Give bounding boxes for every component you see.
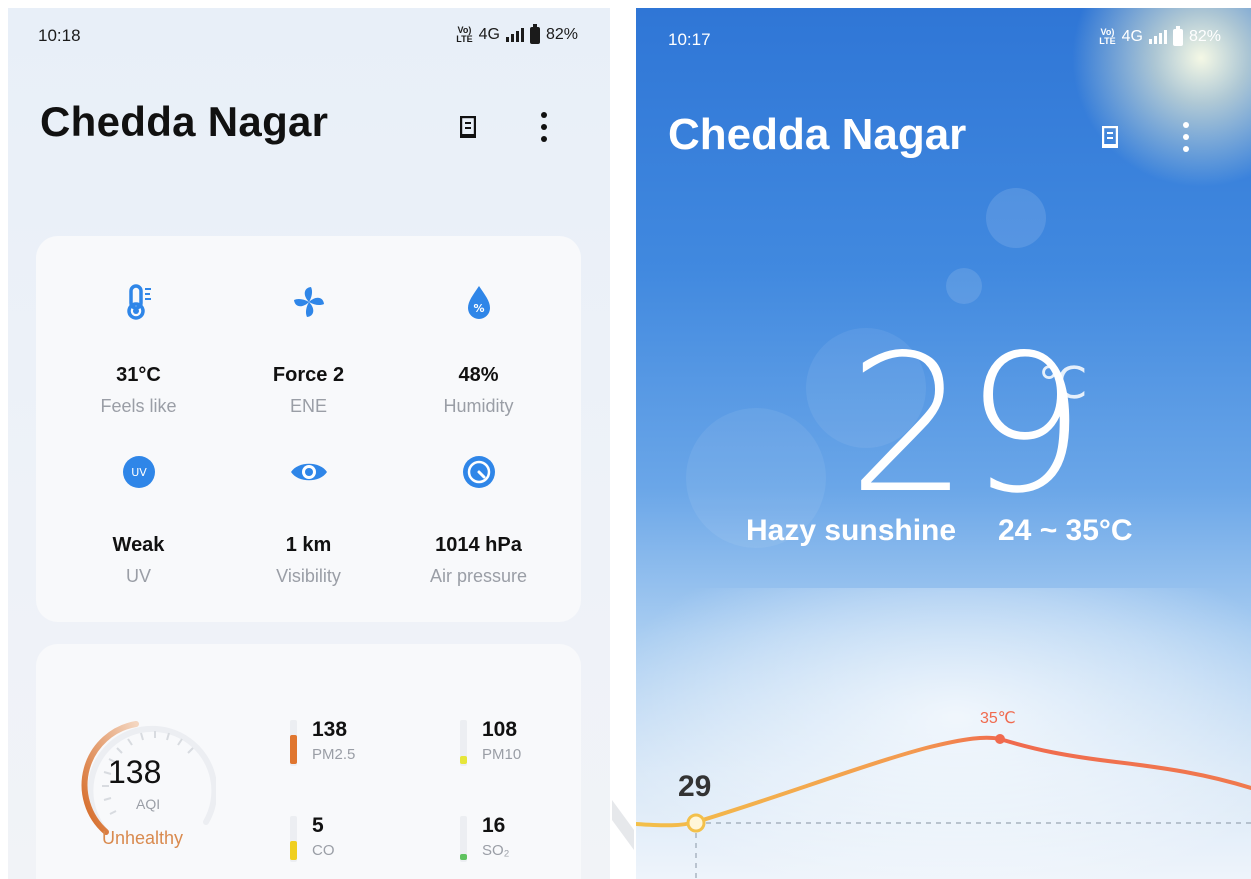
wind-fan-icon bbox=[293, 287, 324, 317]
feels-like-value: 31°C bbox=[116, 364, 161, 386]
status-bar: 10:18 Vo) LTE 4G 82% bbox=[8, 8, 610, 62]
detail-wind: Force 2 ENE bbox=[218, 282, 399, 422]
battery-level: 82% bbox=[1188, 28, 1221, 45]
uv-icon: UV bbox=[122, 456, 155, 488]
battery-icon bbox=[1172, 25, 1183, 46]
pollutant-bar-fill bbox=[460, 854, 467, 860]
detail-visibility: 1 km Visibility bbox=[218, 452, 399, 592]
humidity-label: Humidity bbox=[443, 396, 514, 416]
pollutant-bar-track bbox=[290, 816, 297, 862]
weather-main-screen: 10:17 Vo) LTE 4G 82% Chedda Nagar 29 ℃ Ha… bbox=[636, 8, 1251, 879]
more-options-icon[interactable] bbox=[1182, 122, 1190, 152]
pollutant-value: 108 bbox=[482, 718, 518, 741]
detail-pressure: 1014 hPa Air pressure bbox=[388, 452, 569, 592]
air-quality-details-screen: 10:18 Vo) LTE 4G 82% Chedda Nagar 31°C Fe… bbox=[8, 8, 610, 879]
pollutant-label: PM10 bbox=[482, 746, 522, 763]
pollutant-bar-track bbox=[460, 816, 467, 862]
visibility-label: Visibility bbox=[276, 566, 341, 586]
air-quality-card[interactable]: 138 AQI Unhealthy 138 PM2.5 108 PM10 5 C… bbox=[36, 644, 581, 879]
max-temp-marker bbox=[995, 734, 1005, 744]
wind-direction-label: ENE bbox=[289, 396, 327, 416]
pollutant-pm25: 138 PM2.5 bbox=[290, 718, 410, 768]
temperature-range: 24 ~ 35°C bbox=[998, 514, 1133, 547]
temperature-curve bbox=[636, 735, 1251, 828]
weather-details-card: 31°C Feels like Force 2 ENE % 48% Humidi… bbox=[36, 236, 581, 622]
pollutant-bar-track bbox=[290, 720, 297, 766]
pollutant-bar-track bbox=[460, 720, 467, 766]
eye-icon bbox=[290, 463, 327, 481]
city-title: Chedda Nagar bbox=[668, 110, 967, 159]
network-type: 4G bbox=[1121, 28, 1143, 45]
svg-text:%: % bbox=[473, 302, 484, 315]
status-icons: Vo) LTE 4G 82% bbox=[1099, 25, 1221, 46]
temperature-unit: ℃ bbox=[1038, 359, 1088, 408]
pollutant-co: 5 CO bbox=[290, 814, 410, 864]
current-temp-marker bbox=[686, 813, 706, 833]
volte-icon: Vo) LTE bbox=[456, 25, 473, 44]
signal-icon bbox=[505, 28, 524, 42]
feels-like-label: Feels like bbox=[100, 396, 177, 416]
decorative-divider bbox=[612, 800, 634, 850]
status-bar: 10:17 Vo) LTE 4G 82% bbox=[636, 8, 1251, 62]
more-options-icon[interactable] bbox=[540, 112, 548, 142]
battery-level: 82% bbox=[545, 26, 578, 43]
aqi-label: AQI bbox=[136, 796, 161, 812]
max-temp-label: 35℃ bbox=[980, 710, 1016, 727]
uv-value: Weak bbox=[112, 534, 165, 556]
signal-icon bbox=[1148, 30, 1167, 44]
detail-humidity: % 48% Humidity bbox=[388, 282, 569, 422]
pressure-label: Air pressure bbox=[429, 566, 528, 586]
pressure-value: 1014 hPa bbox=[435, 534, 522, 556]
city-title: Chedda Nagar bbox=[40, 98, 329, 145]
visibility-value: 1 km bbox=[285, 534, 332, 556]
pollutant-label: SO₂ bbox=[482, 842, 510, 859]
pollutant-bar-fill bbox=[290, 735, 297, 764]
svg-text:UV: UV bbox=[131, 466, 147, 479]
pressure-gauge-icon bbox=[462, 456, 495, 488]
pollutant-value: 16 bbox=[482, 814, 506, 837]
background-bokeh bbox=[946, 268, 982, 304]
network-type: 4G bbox=[478, 26, 500, 43]
volte-icon: Vo) LTE bbox=[1099, 27, 1116, 46]
aqi-value: 138 bbox=[108, 754, 162, 790]
pollutant-bar-fill bbox=[290, 841, 297, 860]
battery-icon bbox=[529, 23, 540, 44]
aqi-status: Unhealthy bbox=[102, 828, 184, 848]
status-icons: Vo) LTE 4G 82% bbox=[456, 23, 578, 44]
wind-force-value: Force 2 bbox=[272, 364, 345, 386]
pollutant-label: PM2.5 bbox=[312, 746, 356, 763]
city-list-icon[interactable] bbox=[1102, 126, 1118, 148]
current-temp-label: 29 bbox=[678, 770, 712, 803]
pollutant-value: 138 bbox=[312, 718, 348, 741]
detail-uv: UV Weak UV bbox=[48, 452, 229, 592]
humidity-drop-icon: % bbox=[467, 286, 490, 319]
status-time: 10:18 bbox=[38, 26, 81, 45]
city-list-icon[interactable] bbox=[460, 116, 476, 138]
pollutant-bar-fill bbox=[460, 756, 467, 764]
status-time: 10:17 bbox=[668, 30, 711, 49]
pollutant-label: CO bbox=[312, 842, 335, 859]
humidity-value: 48% bbox=[458, 364, 499, 386]
pollutant-so2: 16 SO₂ bbox=[460, 814, 580, 864]
background-bokeh bbox=[986, 188, 1046, 248]
pollutant-value: 5 bbox=[312, 814, 324, 837]
hourly-temperature-chart[interactable] bbox=[636, 698, 1251, 879]
detail-feels-like: 31°C Feels like bbox=[48, 282, 229, 422]
uv-label: UV bbox=[125, 566, 151, 586]
pollutant-pm10: 108 PM10 bbox=[460, 718, 580, 768]
thermometer-icon bbox=[126, 284, 151, 320]
weather-condition: Hazy sunshine bbox=[746, 514, 957, 547]
